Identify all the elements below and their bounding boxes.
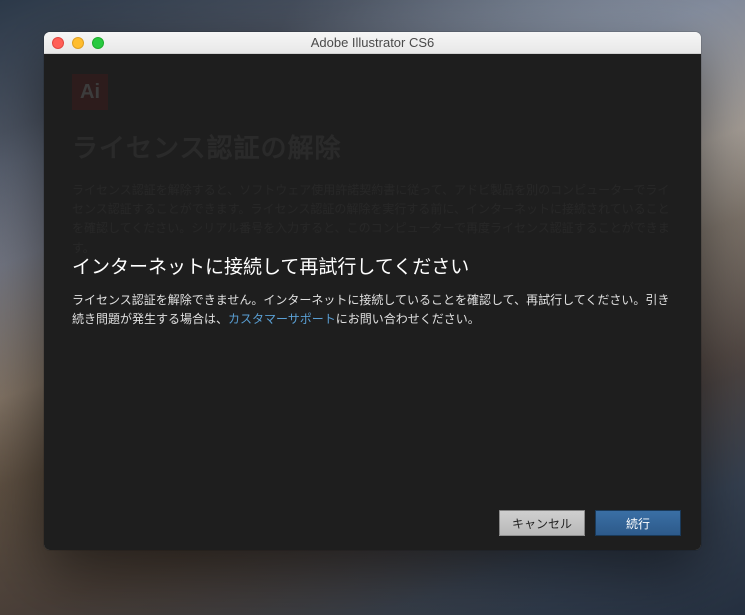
error-title: インターネットに接続して再試行してください (72, 252, 673, 279)
titlebar[interactable]: Adobe Illustrator CS6 (44, 32, 701, 54)
error-overlay: インターネットに接続して再試行してください ライセンス認証を解除できません。イン… (44, 54, 701, 550)
close-icon[interactable] (52, 37, 64, 49)
cancel-button[interactable]: キャンセル (499, 510, 585, 536)
dialog-content: Ai ライセンス認証の解除 ライセンス認証を解除すると、ソフトウェア使用許諾契約… (44, 54, 701, 550)
continue-button[interactable]: 続行 (595, 510, 681, 536)
traffic-lights (44, 37, 104, 49)
maximize-icon[interactable] (92, 37, 104, 49)
minimize-icon[interactable] (72, 37, 84, 49)
dialog-window: Adobe Illustrator CS6 Ai ライセンス認証の解除 ライセン… (44, 32, 701, 550)
error-text-after: にお問い合わせください。 (336, 312, 480, 326)
customer-support-link[interactable]: カスタマーサポート (228, 312, 336, 326)
error-body: ライセンス認証を解除できません。インターネットに接続していることを確認して、再試… (72, 291, 673, 329)
button-bar: キャンセル 続行 (499, 510, 681, 536)
window-title: Adobe Illustrator CS6 (44, 35, 701, 50)
